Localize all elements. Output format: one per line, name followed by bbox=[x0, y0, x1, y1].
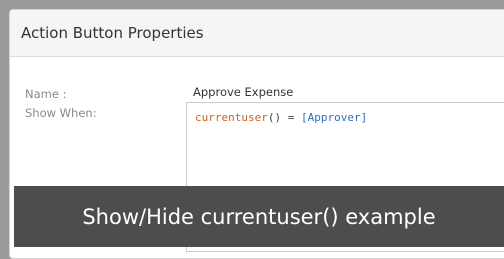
show-when-label: Show When: bbox=[25, 106, 97, 120]
expression-function: currentuser bbox=[195, 111, 268, 124]
name-label: Name : bbox=[25, 87, 67, 101]
caption-text: Show/Hide currentuser() example bbox=[82, 204, 436, 229]
name-value: Approve Expense bbox=[193, 85, 294, 99]
expression-operator: = bbox=[281, 111, 301, 124]
caption-banner: Show/Hide currentuser() example bbox=[14, 186, 504, 247]
panel-title: Action Button Properties bbox=[21, 24, 204, 42]
panel-header: Action Button Properties bbox=[10, 10, 504, 57]
expression-value: [Approver] bbox=[300, 111, 368, 124]
expression-parens: () bbox=[267, 111, 282, 124]
